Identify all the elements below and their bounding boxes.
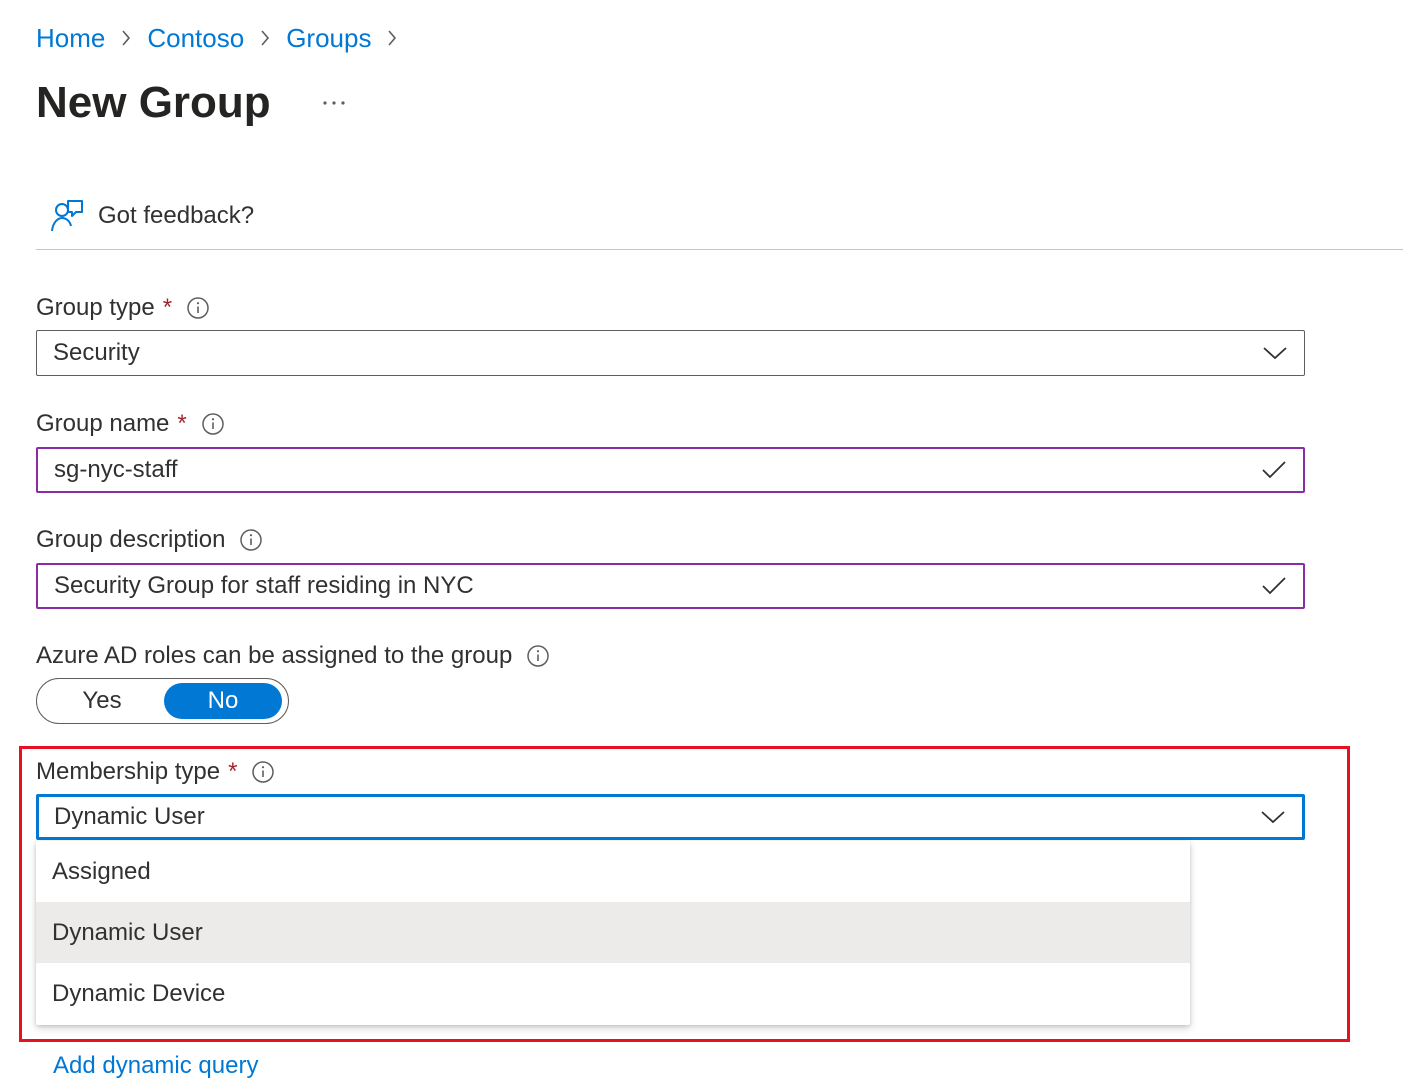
membership-type-label: Membership type * [36, 757, 275, 787]
breadcrumb-home-link[interactable]: Home [36, 22, 105, 54]
membership-type-label-text: Membership type [36, 758, 221, 785]
feedback-person-icon [50, 199, 84, 233]
group-description-label: Group description [36, 525, 263, 555]
chevron-down-icon [1260, 338, 1290, 368]
feedback-button[interactable]: Got feedback? [50, 196, 254, 236]
membership-type-dropdown[interactable]: Dynamic User [36, 794, 1305, 840]
breadcrumb-contoso-link[interactable]: Contoso [147, 22, 244, 54]
group-name-label-text: Group name [36, 410, 170, 437]
breadcrumb-groups-link[interactable]: Groups [286, 22, 371, 54]
feedback-label: Got feedback? [98, 202, 255, 229]
more-options-button[interactable] [319, 88, 349, 118]
option-dynamic-device[interactable]: Dynamic Device [36, 963, 1190, 1024]
group-description-input[interactable]: Security Group for staff residing in NYC [36, 563, 1305, 609]
chevron-right-icon [371, 22, 413, 54]
page-title: New Group [36, 78, 271, 127]
required-marker: * [162, 294, 173, 321]
info-icon[interactable] [186, 296, 210, 320]
azure-ad-roles-label-text: Azure AD roles can be assigned to the gr… [36, 642, 513, 669]
group-type-dropdown[interactable]: Security [36, 330, 1305, 376]
required-marker: * [228, 758, 238, 785]
checkmark-icon [1259, 571, 1289, 601]
info-icon[interactable] [251, 760, 275, 784]
required-marker: * [177, 410, 187, 437]
group-name-input[interactable]: sg-nyc-staff [36, 447, 1305, 493]
command-bar: Got feedback? [36, 188, 1403, 250]
group-type-label: Group type * [36, 293, 210, 323]
membership-type-value: Dynamic User [54, 803, 205, 830]
group-name-value: sg-nyc-staff [54, 456, 178, 483]
option-assigned[interactable]: Assigned [36, 841, 1190, 902]
info-icon[interactable] [239, 528, 263, 552]
chevron-right-icon [105, 22, 147, 54]
option-dynamic-user[interactable]: Dynamic User [36, 902, 1190, 963]
checkmark-icon [1259, 455, 1289, 485]
azure-ad-roles-label: Azure AD roles can be assigned to the gr… [36, 641, 550, 671]
add-dynamic-query-link[interactable]: Add dynamic query [53, 1050, 258, 1082]
breadcrumb: Home Contoso Groups [36, 22, 413, 54]
group-type-label-text: Group type [36, 294, 155, 321]
chevron-right-icon [244, 22, 286, 54]
title-row: New Group [36, 76, 349, 130]
info-icon[interactable] [201, 412, 225, 436]
chevron-down-icon [1258, 802, 1288, 832]
toggle-no-option[interactable]: No [164, 683, 282, 719]
new-group-page: Home Contoso Groups New Group Got feedba… [0, 0, 1403, 1092]
group-name-label: Group name * [36, 409, 225, 439]
membership-type-options-list: Assigned Dynamic User Dynamic Device [36, 841, 1190, 1025]
group-type-value: Security [53, 339, 140, 366]
info-icon[interactable] [526, 644, 550, 668]
group-description-label-text: Group description [36, 526, 226, 553]
ellipsis-icon [323, 101, 345, 105]
group-description-value: Security Group for staff residing in NYC [54, 572, 474, 599]
toggle-yes-option[interactable]: Yes [40, 683, 164, 719]
azure-ad-roles-toggle: Yes No [36, 678, 289, 724]
